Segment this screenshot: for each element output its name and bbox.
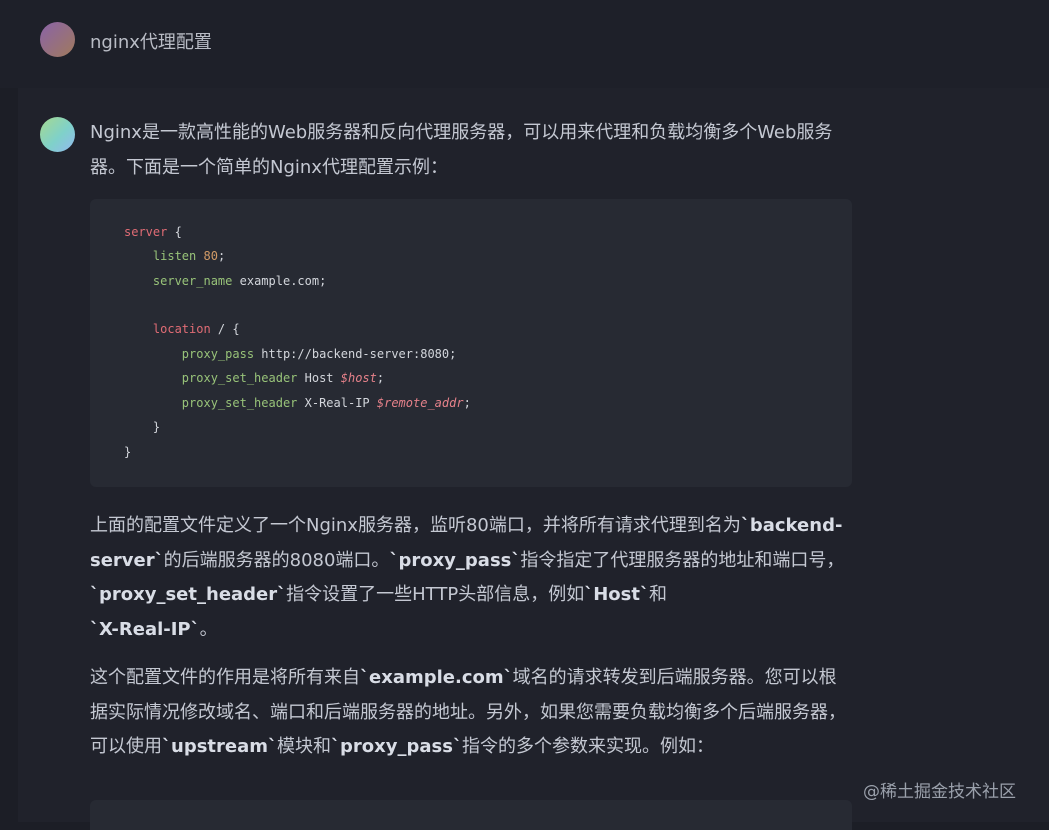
load-balancing-paragraph: 这个配置文件的作用是将所有来自`example.com`域名的请求转发到后端服务… [90,661,852,765]
code-directive: proxy_pass [181,347,255,361]
code-text: } [124,445,132,459]
code-directive: server_name [152,274,233,288]
paragraph-text: 指令设置了一些HTTP头部信息，例如 [286,584,585,605]
paragraph-text: 模块和 [277,736,332,757]
user-message-row: nginx代理配置 [0,0,1049,88]
paragraph-text: 指令指定了代理服务器的地址和端口号， [520,549,845,571]
code-text: / { [210,322,240,336]
user-avatar [40,22,75,57]
code-line: server { [124,220,182,244]
code-variable: $host [340,371,377,385]
watermark: @稀土掘金技术社区 [863,782,1016,802]
paragraph-text: 指令的多个参数来实现。例如： [461,736,714,757]
code-block[interactable]: server { listen 80; server_name example.… [90,199,852,487]
assistant-message-content: Nginx是一款高性能的Web服务器和反向代理服务器，可以用来代理和负载均衡多个… [90,116,852,779]
inline-code: `X-Real-IP` [90,618,200,640]
code-line: proxy_pass http://backend-server:8080; [124,342,457,366]
inline-code: `example.com` [360,667,513,688]
code-number: 80 [203,249,218,263]
code-line: listen 80; [124,244,225,268]
paragraph-text: 上面的配置文件定义了一个Nginx服务器，监听80端口，并将所有请求代理到名为 [90,515,741,536]
paragraph-text: 和 [648,584,667,605]
paragraph-text: 这个配置文件的作用是将所有来自 [90,667,360,688]
code-line: location / { [124,317,240,341]
explanation-paragraph: 上面的配置文件定义了一个Nginx服务器，监听80端口，并将所有请求代理到名为 `… [90,509,852,647]
intro-paragraph: Nginx是一款高性能的Web服务器和反向代理服务器，可以用来代理和负载均衡多个… [90,122,833,178]
inline-code: `proxy_set_header` [90,584,287,605]
code-text: http://backend-server:8080; [254,347,457,361]
code-keyword: server [124,225,168,239]
code-text: ; [463,396,471,410]
inline-code: `proxy_pass` [331,736,462,757]
code-directive: proxy_set_header [181,396,298,410]
user-message-text: nginx代理配置 [90,32,212,53]
assistant-avatar [40,117,75,152]
code-text: { [167,225,182,239]
inline-code: `proxy_pass` [389,549,521,571]
code-text: example.com; [232,274,327,288]
code-text: ; [376,371,385,385]
code-text: ; [217,249,226,263]
inline-code: `Host` [584,584,649,605]
code-text: } [152,420,161,434]
code-line: server_name example.com; [124,269,326,293]
inline-code: `upstream` [162,736,278,757]
paragraph-text: 。 [199,618,218,640]
second-code-block[interactable] [90,800,852,830]
code-variable: $remote_addr [376,396,464,410]
paragraph-text: 的后端服务器的8080端口。 [163,549,390,571]
code-line: } [124,415,160,439]
code-line: proxy_set_header X-Real-IP $remote_addr; [124,391,471,415]
code-text: Host [297,371,341,385]
code-text: X-Real-IP [297,396,377,410]
code-line: } [124,440,131,464]
code-line: proxy_set_header Host $host; [124,366,384,390]
code-directive: proxy_set_header [181,371,298,385]
code-keyword: location [152,322,211,336]
code-directive: listen [152,249,197,263]
